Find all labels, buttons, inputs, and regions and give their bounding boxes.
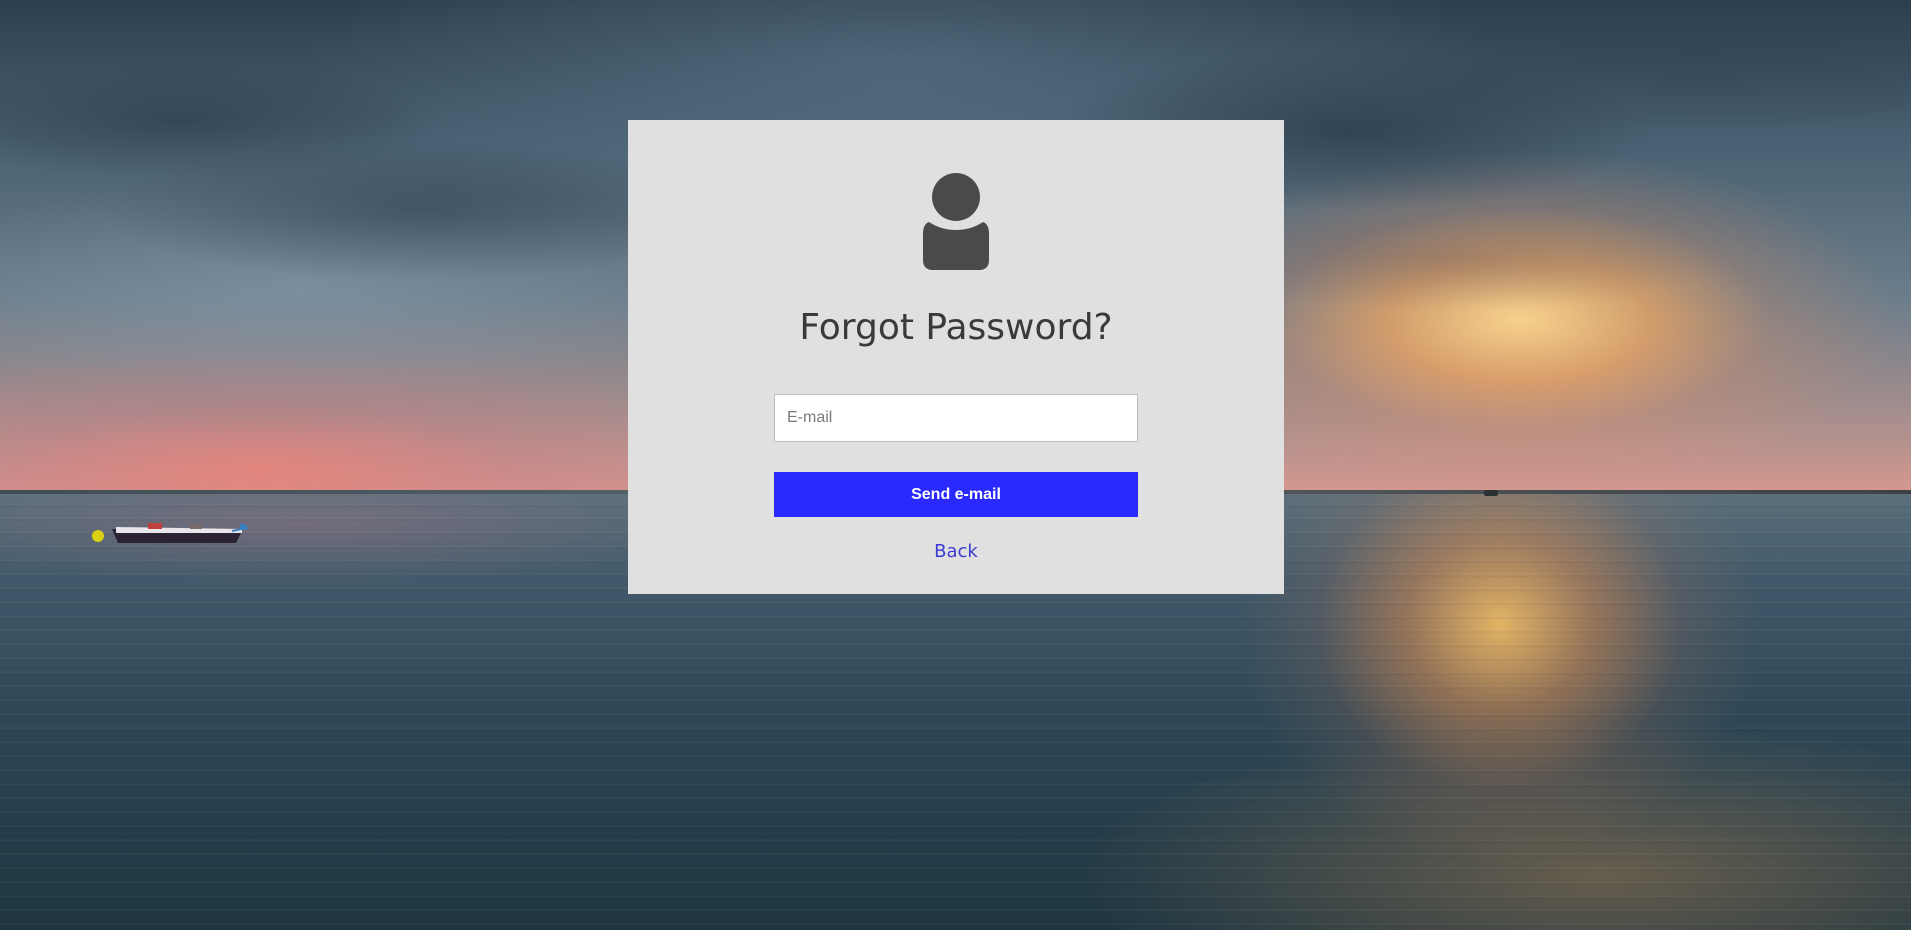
user-icon	[923, 173, 989, 270]
back-link[interactable]: Back	[934, 541, 978, 562]
boat-cargo-2	[190, 524, 202, 529]
boat-deck	[116, 527, 242, 533]
boat	[92, 523, 248, 543]
buoy	[92, 530, 104, 542]
forgot-password-card: Forgot Password? Send e-mail Back	[628, 120, 1284, 594]
email-field[interactable]	[774, 394, 1138, 442]
page-title: Forgot Password?	[799, 307, 1113, 348]
distant-boat	[1484, 490, 1498, 496]
send-email-button[interactable]: Send e-mail	[774, 472, 1138, 517]
back-link-row: Back	[628, 540, 1284, 564]
boat-cargo	[148, 523, 162, 529]
paddle-blade	[240, 524, 246, 530]
